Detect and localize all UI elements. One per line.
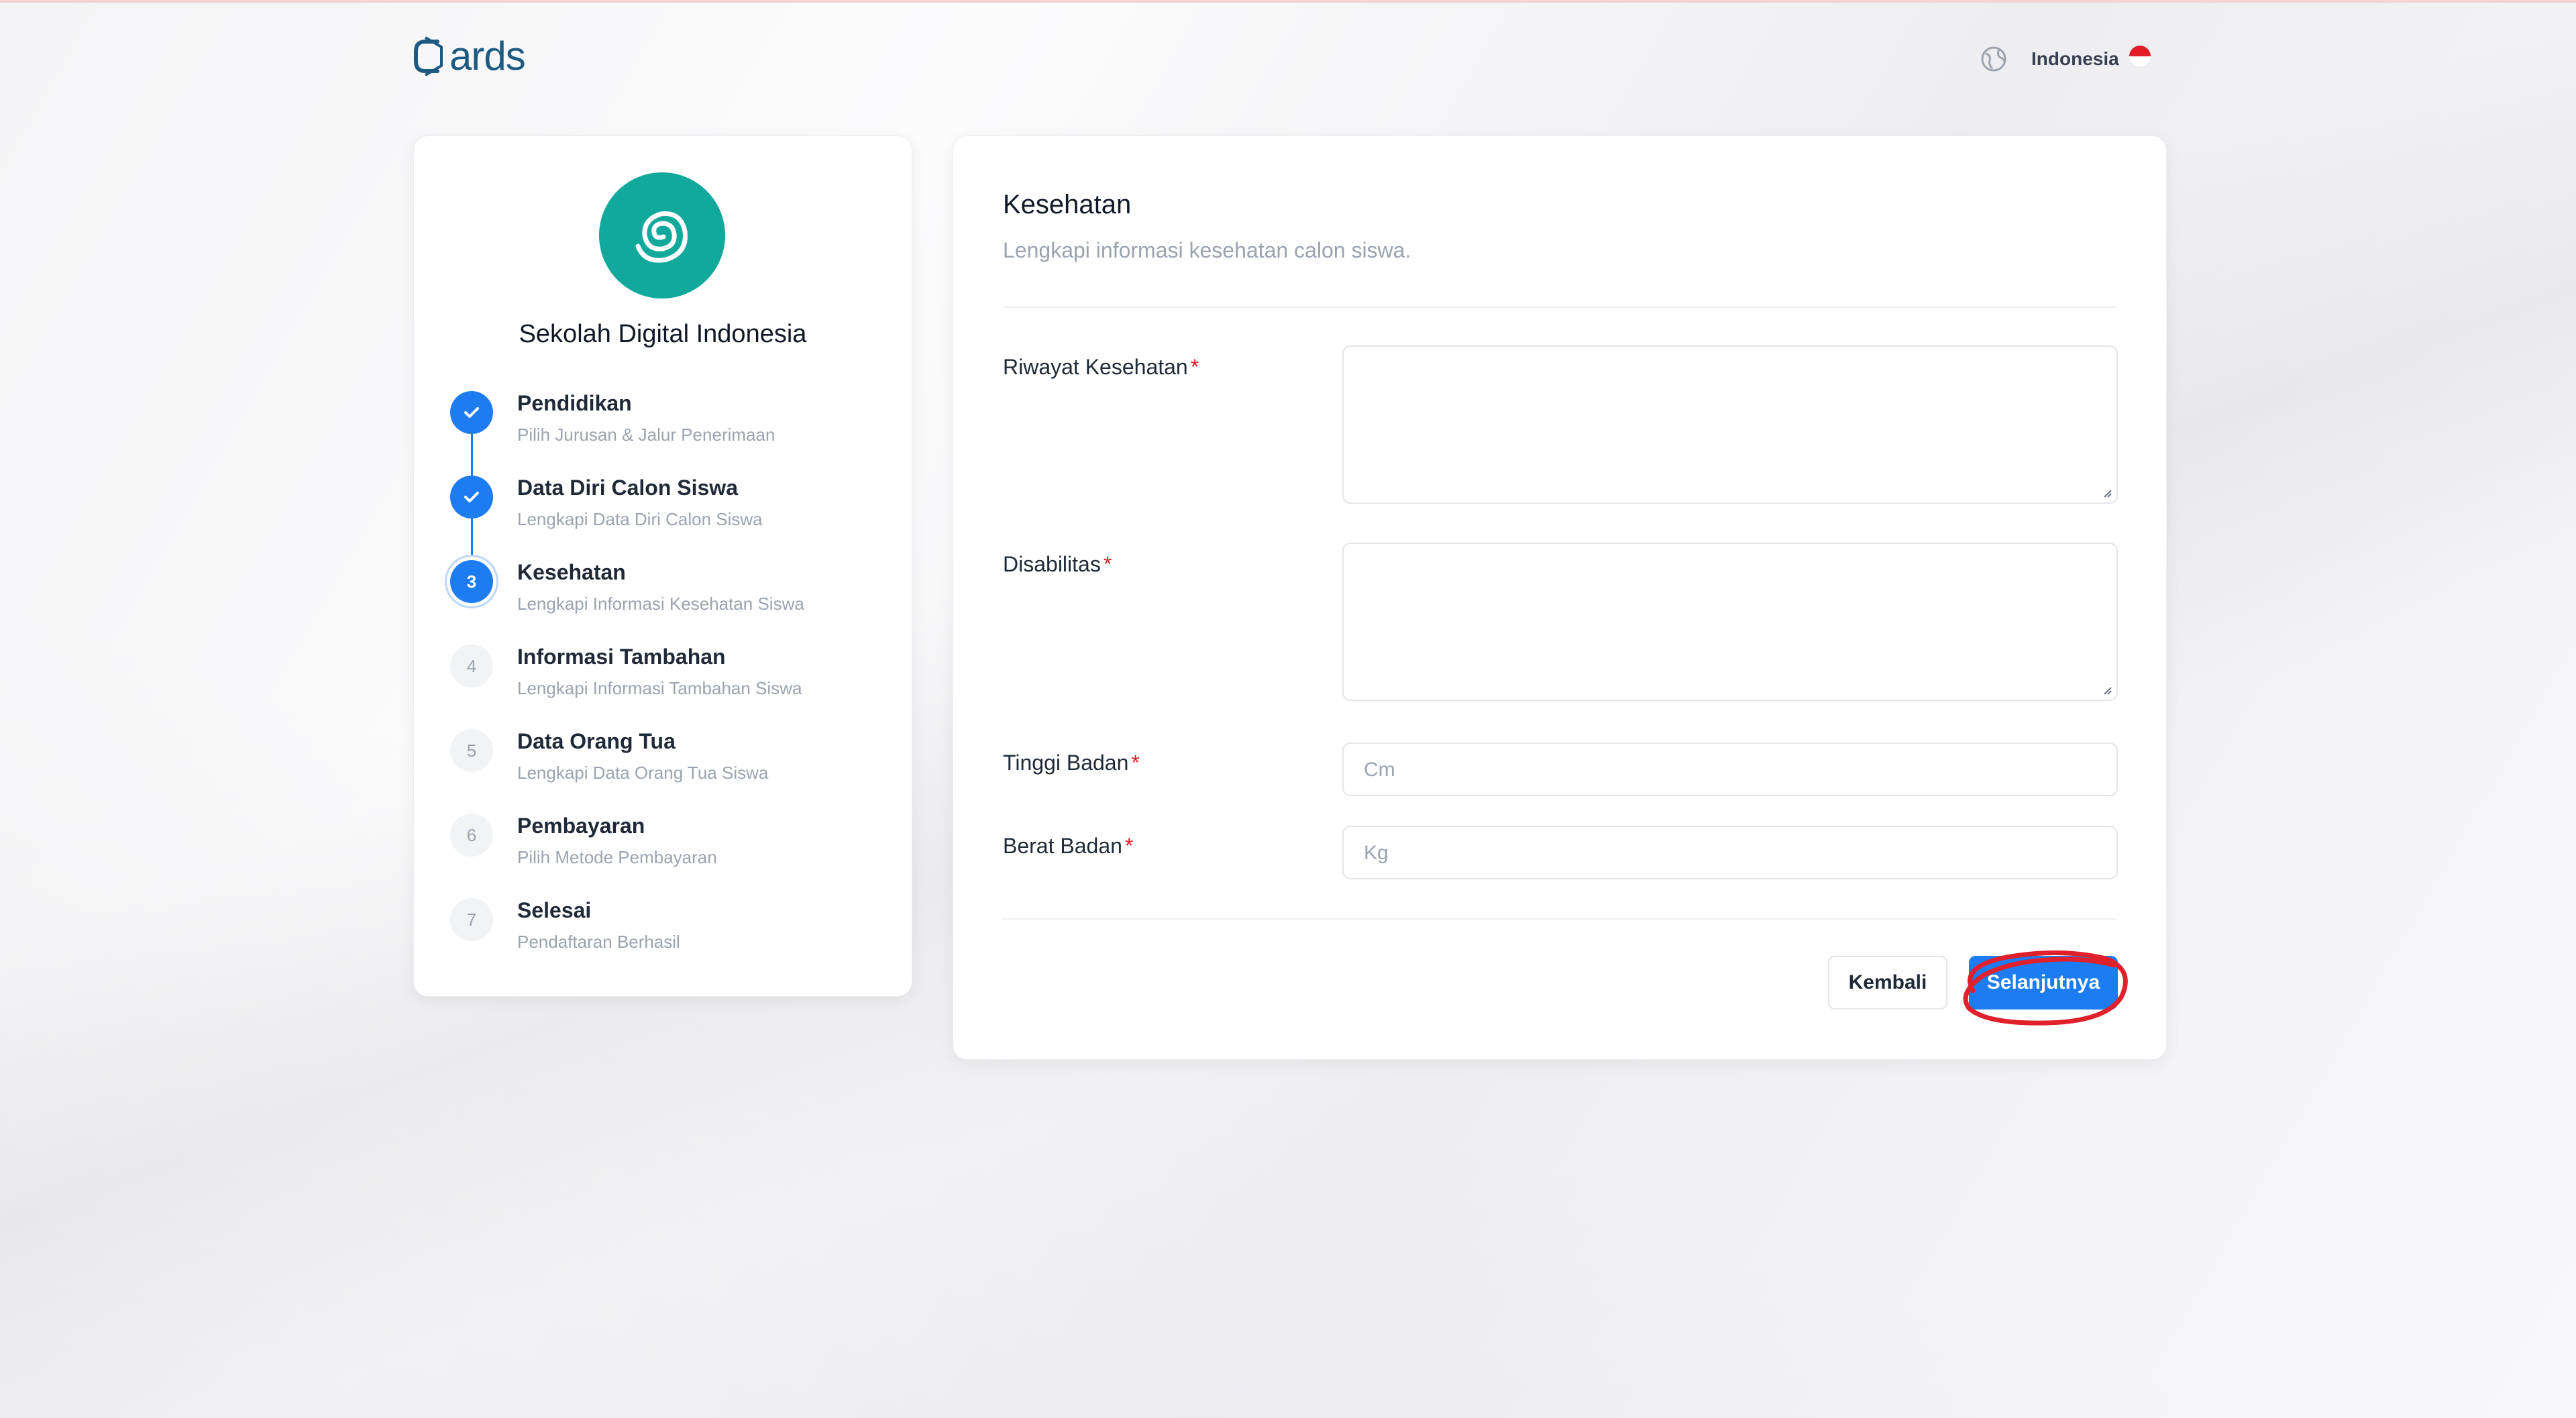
disabilitas-label: Disabilitas * [1003, 552, 1112, 576]
step-check-icon [450, 476, 493, 519]
health-form-card: Kesehatan Lengkapi informasi kesehatan c… [953, 135, 2167, 1060]
step-number: 7 [450, 898, 493, 941]
step-title: Informasi Tambahan [517, 645, 726, 669]
step-subtitle: Lengkapi Informasi Kesehatan Siswa [517, 594, 804, 614]
step-number: 6 [450, 814, 493, 857]
riwayat-kesehatan-textarea[interactable] [1342, 345, 2118, 504]
step-title: Pembayaran [517, 814, 645, 838]
divider [1003, 918, 2116, 920]
language-selector[interactable]: Indonesia [1979, 44, 2151, 74]
step-number: 5 [450, 729, 493, 772]
form-subtitle: Lengkapi informasi kesehatan calon siswa… [1003, 238, 1411, 262]
tinggi-badan-input[interactable]: Cm [1342, 743, 2118, 796]
step-subtitle: Lengkapi Informasi Tambahan Siswa [517, 678, 802, 698]
cards-logo-icon [414, 36, 443, 76]
disabilitas-textarea[interactable] [1342, 543, 2118, 701]
berat-badan-placeholder: Kg [1364, 842, 1389, 864]
back-button[interactable]: Kembali [1828, 956, 1947, 1010]
resize-handle-icon[interactable] [2100, 684, 2112, 696]
school-logo [599, 172, 725, 298]
logo-text: ards [449, 34, 526, 78]
tinggi-badan-label: Tinggi Badan * [1003, 751, 1140, 775]
resize-handle-icon[interactable] [2100, 486, 2112, 498]
step-subtitle: Pilih Metode Pembayaran [517, 847, 717, 867]
top-accent-line [0, 0, 2576, 3]
form-title: Kesehatan [1003, 190, 1132, 219]
spiral-logo-icon [635, 211, 688, 263]
step-title: Kesehatan [517, 560, 626, 584]
school-name: Sekolah Digital Indonesia [519, 320, 807, 348]
step-number: 4 [450, 645, 493, 688]
globe-icon [1981, 46, 2006, 72]
step-title: Data Diri Calon Siswa [517, 476, 738, 500]
indonesia-flag-icon [2128, 45, 2151, 68]
language-label: Indonesia [2031, 48, 2119, 69]
stepper-card: Sekolah Digital Indonesia Pendidikan Pil… [413, 135, 912, 997]
next-button[interactable]: Selanjutnya [1969, 956, 2118, 1010]
berat-badan-label: Berat Badan * [1003, 834, 1134, 858]
step-check-icon [450, 391, 493, 434]
berat-badan-input[interactable]: Kg [1342, 826, 2118, 879]
step-title: Selesai [517, 898, 592, 922]
step-subtitle: Pendaftaran Berhasil [517, 932, 680, 952]
brand-logo[interactable]: ards [411, 34, 526, 78]
step-subtitle: Pilih Jurusan & Jalur Penerimaan [517, 425, 775, 445]
step-subtitle: Lengkapi Data Diri Calon Siswa [517, 509, 763, 529]
step-title: Data Orang Tua [517, 729, 676, 753]
step-connector [471, 519, 473, 560]
tinggi-badan-placeholder: Cm [1364, 759, 1395, 781]
step-title: Pendidikan [517, 391, 632, 415]
step-number: 3 [450, 560, 493, 603]
step-subtitle: Lengkapi Data Orang Tua Siswa [517, 763, 769, 783]
riwayat-kesehatan-label: Riwayat Kesehatan * [1003, 355, 1199, 379]
divider [1003, 307, 2116, 308]
step-connector [471, 434, 473, 476]
